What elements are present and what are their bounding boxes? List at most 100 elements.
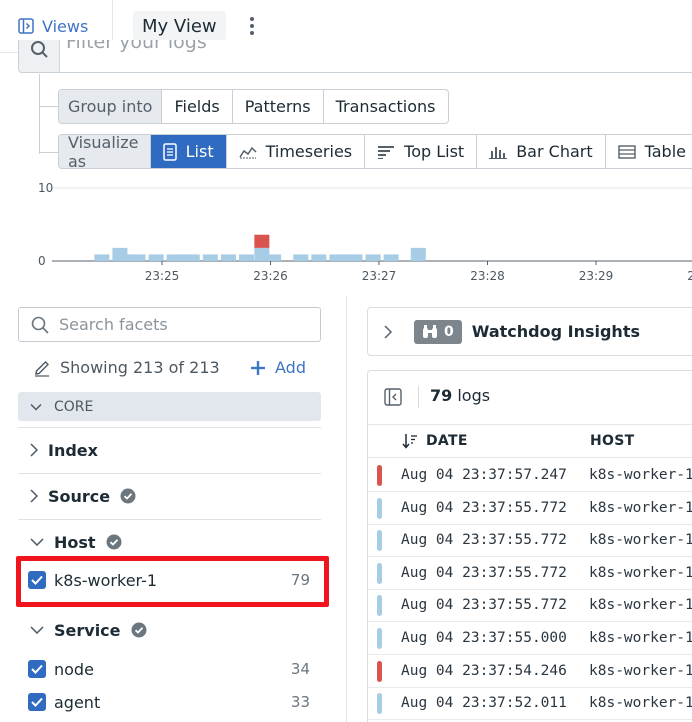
visualize-toplist-label: Top List — [404, 142, 465, 161]
visualize-barchart-button[interactable]: Bar Chart — [477, 135, 606, 168]
logs-count-suffix: logs — [452, 386, 491, 405]
visualize-list-label: List — [185, 142, 214, 161]
chart-bar-info — [202, 254, 218, 261]
log-date: Aug 04 23:37:54.246 — [401, 662, 567, 679]
facet-group-label: Service — [54, 620, 121, 640]
watchdog-insights-panel[interactable]: 0 Watchdog Insights — [367, 307, 692, 356]
group-transactions-button[interactable]: Transactions — [324, 90, 448, 123]
status-indicator — [377, 660, 382, 682]
facet-value-agent[interactable]: agent 33 — [28, 691, 310, 713]
chart-bars — [94, 234, 426, 261]
connector-line — [39, 74, 40, 154]
divider — [18, 519, 321, 520]
sidebar-toggle-icon — [18, 18, 34, 34]
log-row[interactable]: Aug 04 23:37:54.246 k8s-worker-1 — [368, 655, 692, 688]
log-row[interactable]: Aug 04 23:37:52.011 k8s-worker-1 — [368, 687, 692, 721]
visualize-timeseries-button[interactable]: Timeseries — [227, 135, 366, 168]
facet-group-index[interactable]: Index — [30, 440, 98, 460]
log-row[interactable]: Aug 04 23:37:55.772 k8s-worker-1 — [368, 557, 692, 590]
log-date: Aug 04 23:37:55.772 — [401, 532, 567, 549]
chart-x-tick-label: 23:26 — [253, 269, 288, 283]
facet-group-label: Host — [54, 532, 96, 552]
facet-group-label: Source — [48, 486, 111, 506]
views-button[interactable]: Views — [18, 12, 88, 40]
log-host: k8s-worker-1 — [589, 499, 692, 516]
checkbox-checked[interactable] — [28, 693, 46, 711]
showing-count: Showing 213 of 213 — [60, 358, 220, 377]
watchdog-badge: 0 — [414, 319, 462, 344]
more-options-icon[interactable] — [244, 14, 260, 38]
chart-bar-info — [148, 254, 164, 261]
chart-bar-info — [311, 254, 327, 261]
log-row[interactable]: Aug 04 23:37:55.772 k8s-worker-1 — [368, 492, 692, 525]
chart-x-tick-label: 23:30 — [687, 269, 692, 283]
log-row[interactable]: Aug 04 23:37:55.772 k8s-worker-1 — [368, 589, 692, 623]
checkbox-checked[interactable] — [28, 660, 46, 678]
status-indicator — [377, 530, 382, 552]
status-indicator — [377, 693, 382, 715]
visualize-timeseries-label: Timeseries — [265, 142, 353, 161]
facet-group-host[interactable]: Host — [30, 532, 122, 552]
log-host: k8s-worker-1 — [589, 532, 692, 549]
log-host: k8s-worker-1 — [589, 630, 692, 646]
verified-icon — [106, 534, 122, 550]
facet-value-node[interactable]: node 34 — [28, 658, 310, 680]
view-name[interactable]: My View — [133, 11, 226, 41]
chevron-down-icon — [30, 538, 44, 546]
facet-group-label: Index — [48, 440, 98, 460]
chevron-down-icon — [30, 626, 44, 634]
log-volume-chart[interactable]: 10 0 23:25 23:26 23:27 23:28 23:29 23:30 — [0, 178, 692, 288]
highlight-box — [16, 556, 329, 607]
views-label: Views — [42, 16, 89, 36]
logs-header: 79 logs — [368, 371, 692, 425]
log-row[interactable]: Aug 04 23:37:57.247 k8s-worker-1 — [368, 459, 692, 492]
core-section-header[interactable]: CORE — [18, 392, 321, 421]
search-placeholder: Filter your logs — [66, 40, 207, 53]
log-date: Aug 04 23:37:55.000 — [401, 630, 567, 646]
chart-bar-info — [238, 254, 254, 261]
panel-divider[interactable] — [346, 296, 347, 722]
chart-bar-info — [410, 247, 426, 261]
list-icon — [162, 142, 177, 161]
facet-value-count: 34 — [290, 660, 310, 678]
visualize-list-button[interactable]: List — [150, 135, 227, 168]
column-header-date[interactable]: DATE — [402, 433, 468, 449]
sort-descending-icon — [402, 434, 417, 449]
chart-bar-info — [347, 254, 363, 261]
group-fields-button[interactable]: Fields — [162, 90, 233, 123]
facet-group-service[interactable]: Service — [30, 620, 147, 640]
facet-value-label: agent — [54, 692, 101, 712]
visualize-toplist-button[interactable]: Top List — [365, 135, 478, 168]
chart-bar-info — [293, 254, 309, 261]
log-date: Aug 04 23:37:52.011 — [401, 695, 567, 712]
chart-y-tick-label: 10 — [38, 181, 53, 195]
divider — [18, 473, 321, 474]
visualize-table-button[interactable]: Table — [606, 135, 692, 168]
log-date: Aug 04 23:37:55.772 — [401, 499, 567, 516]
column-header-host[interactable]: HOST — [590, 433, 634, 449]
plus-icon — [251, 360, 265, 375]
status-indicator — [377, 628, 382, 649]
log-search-input[interactable]: Filter your logs — [18, 40, 692, 73]
facet-group-source[interactable]: Source — [30, 486, 136, 506]
collapse-panel-icon[interactable] — [384, 388, 402, 406]
showing-facets[interactable]: Showing 213 of 213 — [33, 358, 220, 377]
divider — [418, 386, 419, 408]
visualize-as-label: Visualize as — [59, 135, 151, 168]
log-date: Aug 04 23:37:55.772 — [401, 597, 567, 614]
group-patterns-button[interactable]: Patterns — [233, 90, 324, 123]
chart-x-tick-label: 23:25 — [145, 269, 180, 283]
log-row[interactable]: Aug 04 23:37:55.772 k8s-worker-1 — [368, 524, 692, 558]
facet-search-input[interactable]: Search facets — [18, 307, 321, 342]
facet-value-label: node — [54, 659, 94, 679]
group-into-label: Group into — [59, 90, 163, 123]
logs-count: 79 logs — [430, 386, 490, 405]
facets-panel: Search facets Showing 213 of 213 Add COR… — [0, 296, 346, 722]
log-row[interactable]: Aug 04 23:37:55.000 k8s-worker-1 — [368, 622, 692, 655]
status-indicator — [377, 562, 382, 584]
chevron-right-icon — [30, 443, 38, 457]
table-icon — [617, 144, 636, 159]
connector-line — [39, 152, 58, 153]
add-facet-button[interactable]: Add — [250, 358, 306, 377]
facet-search-placeholder: Search facets — [59, 315, 168, 334]
